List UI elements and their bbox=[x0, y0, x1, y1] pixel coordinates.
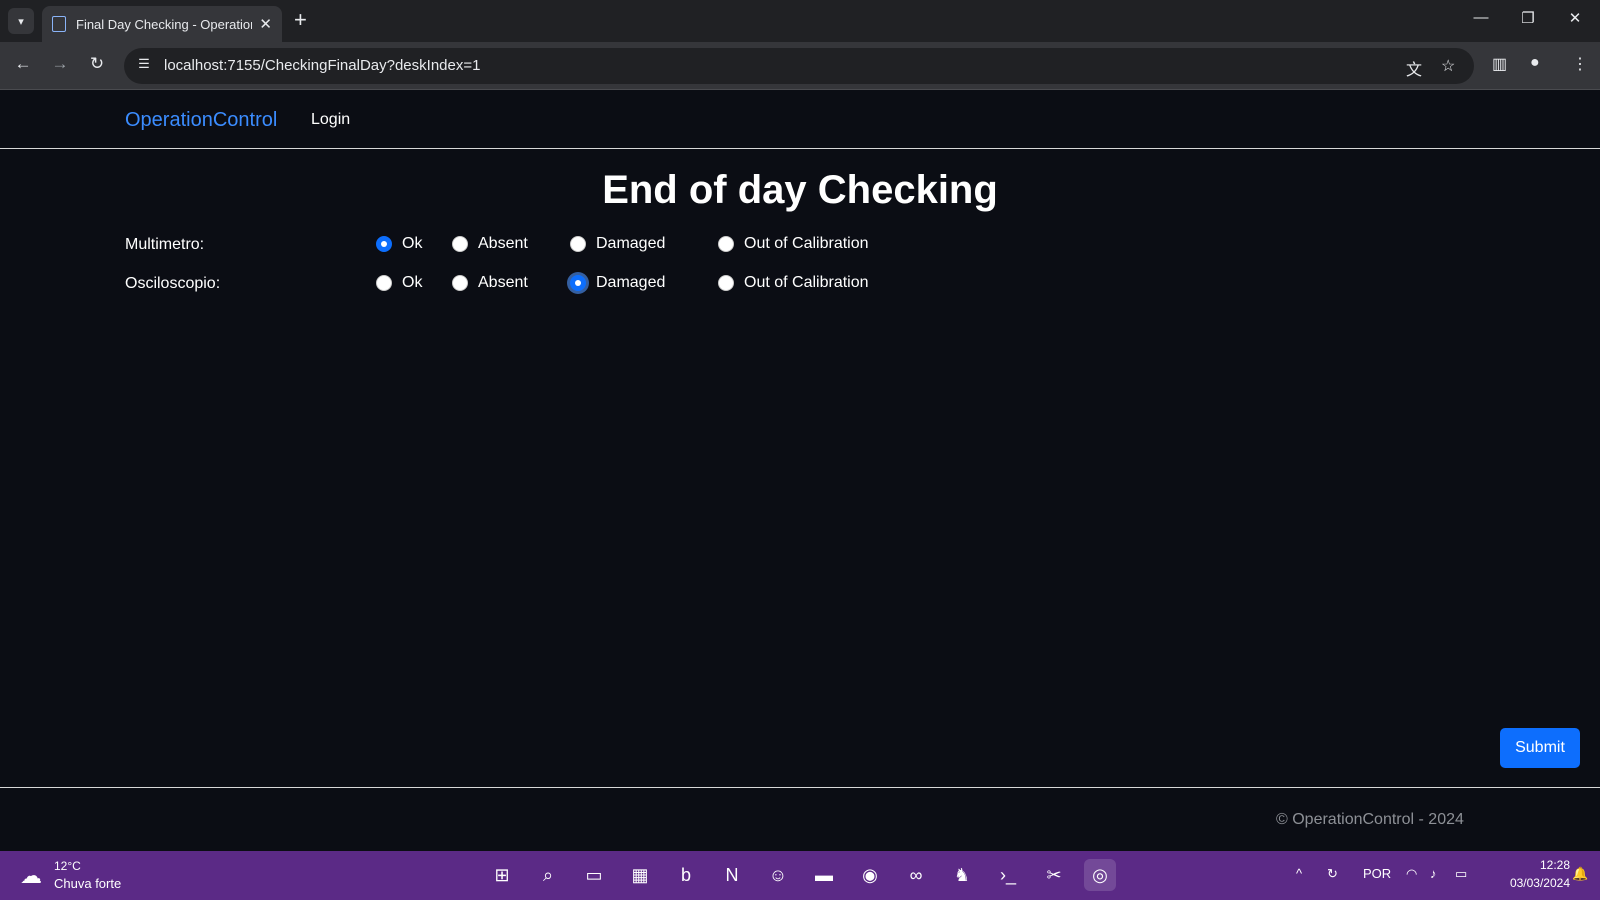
option-label: Damaged bbox=[596, 274, 666, 291]
restore-button[interactable]: ❐ bbox=[1513, 9, 1543, 27]
volume-icon[interactable]: ♪ bbox=[1430, 866, 1437, 881]
radio-button[interactable] bbox=[718, 275, 734, 291]
option-label: Ok bbox=[402, 274, 423, 291]
notification-icon[interactable]: 🔔 bbox=[1572, 866, 1588, 882]
visual-studio-icon[interactable]: ∞ bbox=[900, 859, 932, 891]
option-label: Out of Calibration bbox=[744, 274, 869, 291]
tab-title: Final Day Checking - OperationC bbox=[76, 16, 252, 32]
radio-option-ok[interactable]: Ok bbox=[376, 274, 422, 292]
radio-button[interactable] bbox=[452, 236, 468, 252]
footer-divider bbox=[0, 787, 1600, 788]
radio-button[interactable] bbox=[376, 236, 392, 252]
search-icon[interactable]: ⌕ bbox=[532, 859, 564, 891]
radio-option-damaged[interactable]: Damaged bbox=[570, 235, 665, 253]
option-label: Absent bbox=[478, 235, 528, 252]
minimize-button[interactable]: — bbox=[1466, 9, 1496, 26]
radio-option-absent[interactable]: Absent bbox=[452, 235, 528, 253]
new-tab-button[interactable]: + bbox=[294, 9, 307, 31]
login-link[interactable]: Login bbox=[311, 111, 350, 129]
browser-titlebar: ▾ Final Day Checking - OperationC ✕ + — … bbox=[0, 0, 1600, 42]
wifi-icon[interactable]: ◠ bbox=[1406, 866, 1417, 882]
discord-icon[interactable]: ☺ bbox=[762, 859, 794, 891]
side-panel-icon[interactable]: ▥ bbox=[1492, 54, 1507, 74]
option-label: Out of Calibration bbox=[744, 235, 869, 252]
address-bar[interactable]: ☰ localhost:7155/CheckingFinalDay?deskIn… bbox=[124, 48, 1474, 84]
weather-temperature[interactable]: 12°C bbox=[54, 859, 81, 873]
option-label: Absent bbox=[478, 274, 528, 291]
submit-button[interactable]: Submit bbox=[1500, 728, 1580, 768]
terminal-icon[interactable]: ›_ bbox=[992, 859, 1024, 891]
snipping-tool-icon[interactable]: ✂ bbox=[1038, 859, 1070, 891]
radio-option-ok[interactable]: Ok bbox=[376, 235, 422, 253]
radio-button[interactable] bbox=[452, 275, 468, 291]
translate-icon[interactable]: 文 bbox=[1406, 56, 1422, 80]
radio-button[interactable] bbox=[570, 236, 586, 252]
radio-option-damaged[interactable]: Damaged bbox=[570, 274, 665, 292]
radio-button[interactable] bbox=[376, 275, 392, 291]
postgresql-icon[interactable]: ♞ bbox=[946, 859, 978, 891]
brand-link[interactable]: OperationControl bbox=[125, 109, 277, 132]
page-icon bbox=[52, 16, 66, 32]
bookmark-star-icon[interactable]: ☆ bbox=[1441, 56, 1455, 76]
clock-date[interactable]: 03/03/2024 bbox=[1490, 876, 1570, 890]
forward-button[interactable]: → bbox=[48, 54, 72, 74]
radio-option-absent[interactable]: Absent bbox=[452, 274, 528, 292]
browser-menu-icon[interactable]: ⋮ bbox=[1572, 54, 1588, 74]
weather-description[interactable]: Chuva forte bbox=[54, 876, 121, 891]
profile-icon[interactable]: ● bbox=[1530, 54, 1540, 72]
task-view-icon[interactable]: ▭ bbox=[578, 859, 610, 891]
page-title: End of day Checking bbox=[602, 168, 998, 212]
equipment-row-multimetro: Multimetro: Ok Absent Damaged Out of Cal… bbox=[125, 230, 1025, 260]
browser-tab[interactable]: Final Day Checking - OperationC ✕ bbox=[42, 6, 282, 42]
close-tab-icon[interactable]: ✕ bbox=[259, 15, 272, 33]
language-indicator[interactable]: POR bbox=[1363, 866, 1391, 881]
equipment-row-osciloscopio: Osciloscopio: Ok Absent Damaged Out of C… bbox=[125, 269, 1025, 299]
back-button[interactable]: ← bbox=[11, 54, 35, 74]
url-text[interactable]: localhost:7155/CheckingFinalDay?deskInde… bbox=[164, 57, 480, 74]
radio-button[interactable] bbox=[570, 275, 586, 291]
onenote-icon[interactable]: N bbox=[716, 859, 748, 891]
bing-icon[interactable]: b bbox=[670, 859, 702, 891]
site-info-icon[interactable]: ☰ bbox=[134, 56, 154, 76]
option-label: Ok bbox=[402, 235, 423, 252]
close-window-button[interactable]: ✕ bbox=[1560, 9, 1590, 27]
radio-option-out-of-calibration[interactable]: Out of Calibration bbox=[718, 235, 869, 253]
start-menu-icon[interactable]: ⊞ bbox=[486, 859, 518, 891]
reload-button[interactable]: ↻ bbox=[85, 54, 109, 74]
store-icon[interactable]: ▦ bbox=[624, 859, 656, 891]
app-navbar: OperationControl Login bbox=[0, 91, 1600, 149]
file-explorer-icon[interactable]: ▬ bbox=[808, 859, 840, 891]
option-label: Damaged bbox=[596, 235, 666, 252]
sync-icon[interactable]: ↻ bbox=[1327, 866, 1338, 882]
chrome-icon[interactable]: ◉ bbox=[854, 859, 886, 891]
footer-copyright: © OperationControl - 2024 bbox=[1276, 811, 1464, 828]
browser-toolbar: ← → ↻ ☰ localhost:7155/CheckingFinalDay?… bbox=[0, 42, 1600, 90]
tab-search-button[interactable]: ▾ bbox=[8, 8, 34, 34]
clock-time[interactable]: 12:28 bbox=[1510, 858, 1570, 872]
chrome-profile-icon[interactable]: ◎ bbox=[1084, 859, 1116, 891]
radio-button[interactable] bbox=[718, 236, 734, 252]
equipment-label: Osciloscopio: bbox=[125, 275, 221, 292]
tray-overflow-icon[interactable]: ^ bbox=[1296, 866, 1302, 881]
battery-icon[interactable]: ▭ bbox=[1455, 866, 1467, 882]
taskbar: ☁ 12°C Chuva forte ⊞ ⌕ ▭ ▦ b N ☺ ▬ ◉ ∞ ♞… bbox=[0, 851, 1600, 900]
weather-icon[interactable]: ☁ bbox=[20, 863, 42, 889]
radio-option-out-of-calibration[interactable]: Out of Calibration bbox=[718, 274, 869, 292]
equipment-label: Multimetro: bbox=[125, 236, 205, 253]
